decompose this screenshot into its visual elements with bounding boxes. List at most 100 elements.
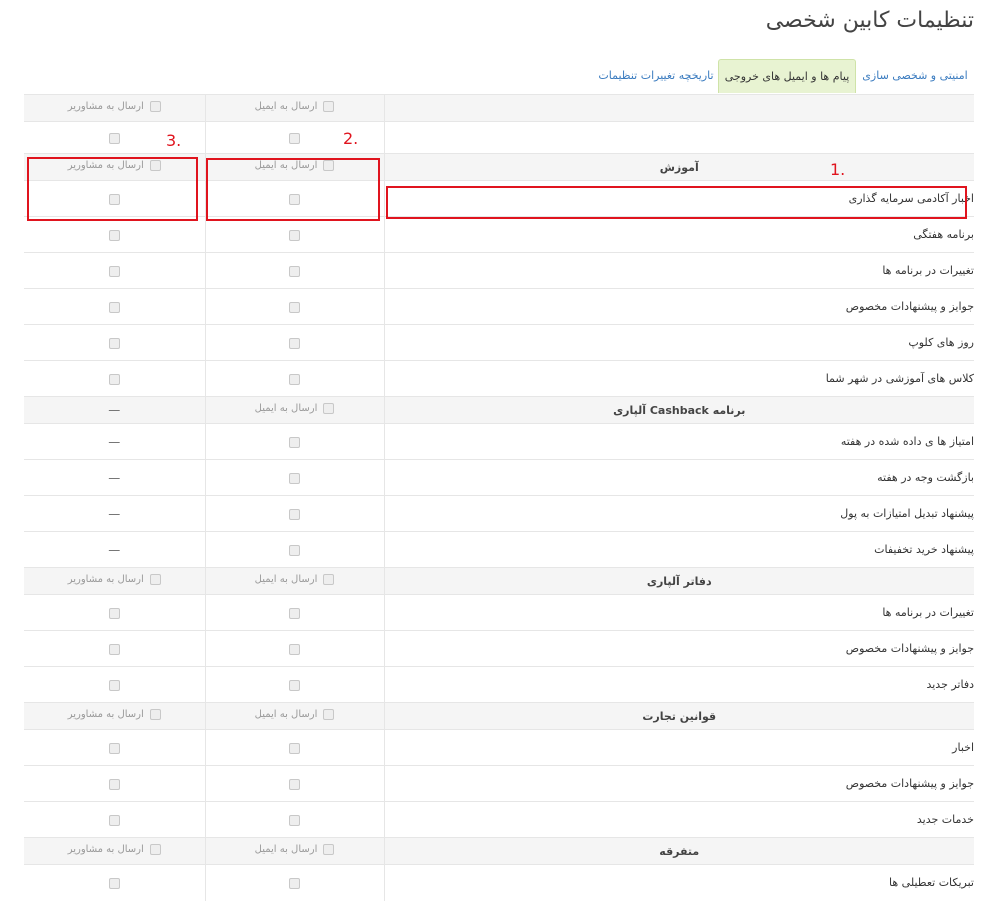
unavailable-dash: —	[108, 470, 121, 485]
checkbox[interactable]	[323, 160, 335, 171]
supervisor-checkbox[interactable]	[108, 229, 120, 241]
supervisor-checkbox[interactable]	[108, 814, 120, 826]
supervisor-checkbox[interactable]	[108, 643, 120, 655]
row-label: کلاس های آموزشی در شهر شما	[383, 360, 974, 397]
email-checkbox[interactable]	[289, 814, 300, 826]
tab-settings-history[interactable]: تاریخچه تغییرات تنظیمات	[594, 59, 718, 93]
supervisor-column-label: ارسال به مشاوریر	[67, 709, 144, 720]
supervisor-checkbox[interactable]	[108, 778, 120, 790]
supervisor-column-label: ارسال به مشاوریر	[67, 574, 144, 585]
checkbox[interactable]	[323, 101, 335, 112]
email-checkbox[interactable]	[289, 607, 300, 619]
section-title: برنامه Cashback آلپاری	[383, 396, 974, 424]
row-label: تبریکات تعطیلی ها	[383, 864, 974, 901]
notification-settings-table: ارسال به مشاوریر ارسال به ایمیل ارسال به…	[24, 94, 974, 901]
row-label: جوایز و پیشنهادات مخصوص	[383, 630, 974, 667]
supervisor-checkbox[interactable]	[108, 337, 120, 349]
email-checkbox[interactable]	[289, 193, 300, 205]
header-email-toggle[interactable]: ارسال به ایمیل	[255, 844, 335, 855]
email-checkbox[interactable]	[289, 544, 300, 556]
settings-row: جوایز و پیشنهادات مخصوص	[24, 630, 974, 667]
supervisor-column-label: ارسال به مشاوریر	[67, 160, 144, 171]
header-email-toggle[interactable]: ارسال به ایمیل	[255, 403, 335, 414]
supervisor-checkbox[interactable]	[108, 301, 120, 313]
supervisor-checkbox[interactable]	[108, 607, 120, 619]
settings-row: اخبار	[24, 729, 974, 766]
row-label: دفاتر جدید	[383, 666, 974, 703]
supervisor-checkbox[interactable]	[108, 193, 120, 205]
header-email-toggle[interactable]: ارسال به ایمیل	[255, 574, 335, 585]
checkbox[interactable]	[149, 160, 161, 171]
annotation-number-1: 1.	[830, 160, 846, 179]
email-column-label: ارسال به ایمیل	[254, 101, 318, 112]
supervisor-checkbox[interactable]	[108, 373, 120, 385]
header-supervisor-toggle[interactable]: ارسال به مشاوریر	[68, 101, 161, 112]
tab-security-personalization[interactable]: امنیتی و شخصی سازی	[856, 59, 974, 93]
checkbox[interactable]	[323, 844, 335, 855]
section-title: آموزش	[383, 153, 974, 181]
section-header-row: ارسال به مشاوریر ارسال به ایمیل دفاتر آل…	[24, 567, 974, 595]
settings-row: تغییرات در برنامه ها	[24, 594, 974, 631]
email-column-label: ارسال به ایمیل	[254, 844, 318, 855]
row-label: تغییرات در برنامه ها	[383, 252, 974, 289]
annotation-number-3: 3.	[166, 131, 182, 150]
email-checkbox[interactable]	[289, 373, 300, 385]
page-title: تنظیمات کابین شخصی	[765, 8, 974, 33]
settings-row: برنامه هفتگی	[24, 216, 974, 253]
supervisor-checkbox[interactable]	[108, 742, 120, 754]
section-header-row: — ارسال به ایمیل برنامه Cashback آلپاری	[24, 396, 974, 424]
checkbox[interactable]	[323, 709, 335, 720]
header-supervisor-toggle[interactable]: ارسال به مشاوریر	[68, 574, 161, 585]
checkbox[interactable]	[149, 844, 161, 855]
tab-bar: امنیتی و شخصی سازی پیام ها و ایمیل های خ…	[24, 59, 974, 96]
section-header-row: ارسال به مشاوریر ارسال به ایمیل متفرقه	[24, 837, 974, 865]
email-checkbox[interactable]	[289, 778, 300, 790]
email-checkbox[interactable]	[289, 132, 300, 144]
header-supervisor-toggle[interactable]: ارسال به مشاوریر	[68, 709, 161, 720]
checkbox[interactable]	[149, 101, 161, 112]
settings-row: — امتیاز ها ی داده شده در هفته	[24, 423, 974, 460]
email-checkbox[interactable]	[289, 337, 300, 349]
row-label: بازگشت وجه در هفته	[383, 459, 974, 496]
email-checkbox[interactable]	[289, 229, 300, 241]
email-checkbox[interactable]	[289, 265, 300, 277]
supervisor-checkbox[interactable]	[108, 679, 120, 691]
email-checkbox[interactable]	[289, 679, 300, 691]
settings-row: جوایز و پیشنهادات مخصوص	[24, 288, 974, 325]
email-checkbox[interactable]	[289, 301, 300, 313]
email-checkbox[interactable]	[289, 643, 300, 655]
header-email-toggle[interactable]: ارسال به ایمیل	[255, 101, 335, 112]
supervisor-column-label: ارسال به مشاوریر	[67, 101, 144, 112]
annotation-number-2: 2.	[343, 129, 359, 148]
settings-row: خدمات جدید	[24, 801, 974, 838]
section-title: متفرقه	[383, 837, 974, 865]
email-checkbox[interactable]	[289, 472, 300, 484]
row-label: پیشنهاد خرید تخفیفات	[383, 531, 974, 568]
email-column-label: ارسال به ایمیل	[254, 160, 318, 171]
global-header-row: ارسال به مشاوریر ارسال به ایمیل	[24, 94, 974, 122]
checkbox[interactable]	[149, 709, 161, 720]
header-supervisor-toggle[interactable]: ارسال به مشاوریر	[68, 160, 161, 171]
settings-row: اخبار آکادمی سرمایه گذاری	[24, 180, 974, 217]
row-label: جوایز و پیشنهادات مخصوص	[383, 765, 974, 802]
supervisor-checkbox[interactable]	[108, 877, 120, 889]
header-email-toggle[interactable]: ارسال به ایمیل	[255, 709, 335, 720]
unavailable-dash: —	[108, 403, 121, 417]
row-label: امتیاز ها ی داده شده در هفته	[383, 423, 974, 460]
settings-row: دفاتر جدید	[24, 666, 974, 703]
checkbox[interactable]	[323, 403, 335, 414]
email-checkbox[interactable]	[289, 742, 300, 754]
row-label: اخبار	[383, 729, 974, 766]
checkbox[interactable]	[149, 574, 161, 585]
email-checkbox[interactable]	[289, 508, 300, 520]
tab-outgoing-messages[interactable]: پیام ها و ایمیل های خروجی	[718, 59, 856, 93]
supervisor-checkbox[interactable]	[108, 132, 120, 144]
email-checkbox[interactable]	[289, 877, 300, 889]
supervisor-checkbox[interactable]	[108, 265, 120, 277]
checkbox[interactable]	[323, 574, 335, 585]
header-supervisor-toggle[interactable]: ارسال به مشاوریر	[68, 844, 161, 855]
email-checkbox[interactable]	[289, 436, 300, 448]
header-email-toggle[interactable]: ارسال به ایمیل	[255, 160, 335, 171]
row-label: جوایز و پیشنهادات مخصوص	[383, 288, 974, 325]
row-label: خدمات جدید	[383, 801, 974, 838]
